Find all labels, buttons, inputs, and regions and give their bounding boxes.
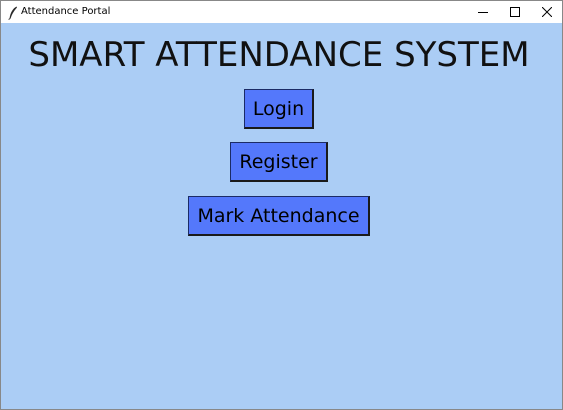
close-icon [542,7,552,17]
window-title: Attendance Portal [21,6,111,17]
title-bar[interactable]: Attendance Portal [1,1,562,23]
login-button[interactable]: Login [244,89,314,129]
mark-attendance-button[interactable]: Mark Attendance [188,196,370,236]
feather-icon [8,5,18,21]
page-title: SMART ATTENDANCE SYSTEM [28,35,530,75]
minimize-icon [478,12,488,13]
app-window: Attendance Portal SMART ATTENDANCE SYSTE… [0,0,563,410]
register-button[interactable]: Register [230,142,328,182]
main-panel: SMART ATTENDANCE SYSTEM Login Register M… [1,23,562,409]
maximize-icon [510,7,520,17]
close-button[interactable] [531,1,562,23]
minimize-button[interactable] [467,1,499,23]
maximize-button[interactable] [499,1,531,23]
